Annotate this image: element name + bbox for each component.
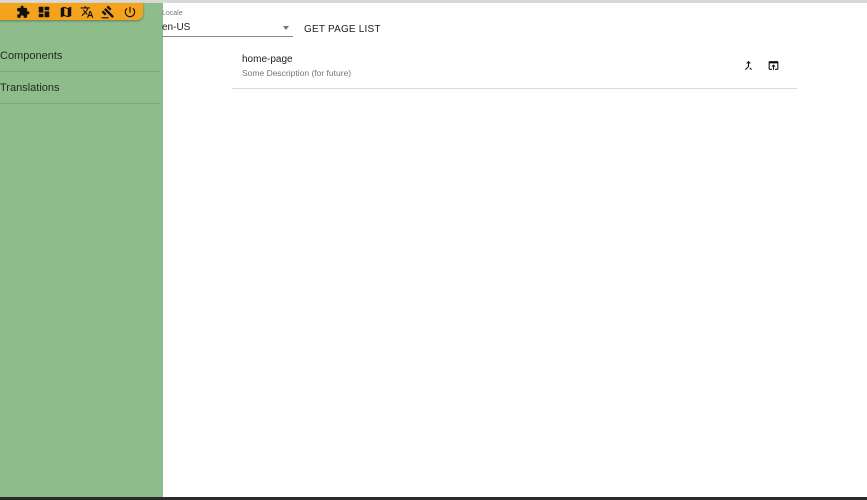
sidebar-item-components[interactable]: Components: [0, 40, 160, 72]
map-icon[interactable]: [58, 5, 74, 19]
sidebar-item-translations[interactable]: Translations: [0, 72, 160, 104]
page-description: Some Description (for future): [242, 68, 352, 78]
locale-value: en-US: [162, 22, 191, 33]
open-in-new-icon[interactable]: [765, 57, 781, 73]
locale-label: Locale: [162, 10, 183, 17]
power-icon[interactable]: [122, 5, 138, 19]
puzzle-icon[interactable]: [15, 5, 31, 19]
page-title: home-page: [242, 54, 293, 65]
locale-field: Locale en-US: [162, 10, 293, 38]
sidebar-item-label: Components: [0, 49, 63, 62]
get-page-list-button[interactable]: GET PAGE LIST: [298, 18, 387, 40]
translate-icon[interactable]: [79, 5, 95, 19]
dashboard-icon[interactable]: [36, 5, 52, 19]
locale-select[interactable]: en-US: [162, 22, 293, 37]
sidebar: Components Translations: [0, 3, 163, 497]
chevron-down-icon: [283, 26, 289, 30]
merge-icon[interactable]: [740, 57, 756, 73]
sidebar-item-label: Translations: [0, 81, 60, 94]
list-item[interactable]: home-page Some Description (for future): [232, 46, 797, 89]
gavel-icon[interactable]: [100, 5, 116, 19]
icon-toolbar: [0, 3, 143, 20]
